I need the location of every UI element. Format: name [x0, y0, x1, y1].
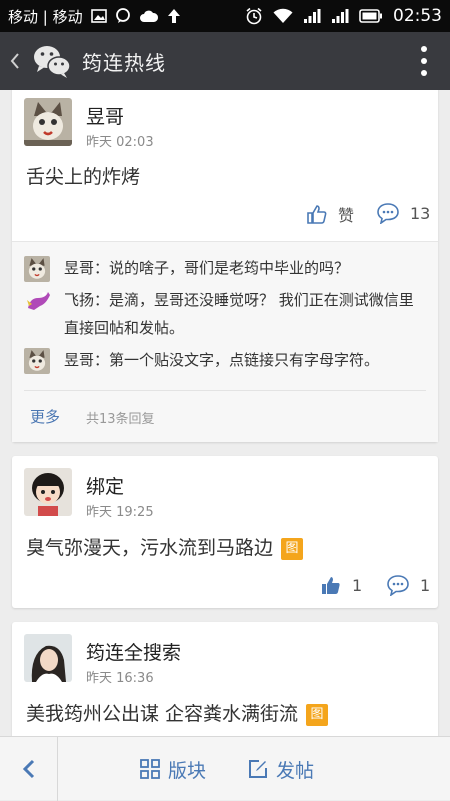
- reply-author[interactable]: 飞扬: [64, 291, 94, 309]
- alarm-icon: [246, 7, 262, 25]
- author-name[interactable]: 昱哥: [86, 102, 124, 129]
- reply-avatar: [24, 256, 50, 282]
- avatar-cartoon-icon: [27, 292, 50, 310]
- post-card[interactable]: 昱哥 昨天 02:03 舌尖上的炸烤 赞 13 昱哥：说的啥子，哥们是老筠中毕业…: [12, 90, 438, 442]
- reply-author[interactable]: 昱哥: [64, 259, 94, 277]
- thumbs-up-filled-icon: [322, 577, 340, 594]
- comment-icon: [387, 575, 409, 596]
- comment-count: 1: [420, 575, 431, 595]
- wifi-icon: [273, 8, 293, 23]
- reply-text: 第一个贴没文字，点链接只有字母字符。: [109, 351, 380, 369]
- cloud-icon: [139, 10, 158, 22]
- post-text[interactable]: 臭气弥漫天，污水流到马路边图: [26, 533, 304, 560]
- reply-item[interactable]: 昱哥：说的啥子，哥们是老筠中毕业的吗？: [24, 254, 426, 282]
- post-text[interactable]: 美我筠州公出谋 企容粪水满街流图: [26, 699, 329, 726]
- sections-label: 版块: [168, 759, 207, 782]
- signal-icon: [332, 9, 349, 23]
- new-post-label: 发帖: [276, 759, 315, 782]
- carrier-label: 移动 | 移动: [8, 7, 83, 26]
- page-title: 筠连热线: [82, 50, 166, 75]
- upload-arrow-icon: [167, 9, 180, 23]
- post-text[interactable]: 舌尖上的炸烤: [26, 162, 140, 189]
- avatar[interactable]: [24, 634, 72, 682]
- reply-area: 昱哥：说的啥子，哥们是老筠中毕业的吗？ 飞扬：是滴，昱哥还没睡觉呀？ 我们正在测…: [12, 242, 438, 442]
- author-name[interactable]: 绑定: [86, 472, 124, 499]
- image-icon: [90, 9, 107, 23]
- chat-bubble-icon: [115, 8, 130, 23]
- post-list[interactable]: 昱哥 昨天 02:03 舌尖上的炸烤 赞 13 昱哥：说的啥子，哥们是老筠中毕业…: [0, 90, 450, 736]
- post-text-content: 臭气弥漫天，污水流到马路边: [26, 537, 274, 559]
- image-badge: 图: [281, 538, 304, 560]
- comment-button[interactable]: 13: [376, 202, 430, 224]
- like-button[interactable]: 赞: [306, 202, 354, 226]
- post-card[interactable]: 绑定 昨天 19:25 臭气弥漫天，污水流到马路边图 1 1: [12, 456, 438, 608]
- status-bar: 移动 | 移动 02:53: [0, 0, 450, 32]
- divider: [24, 390, 426, 391]
- back-button[interactable]: [0, 32, 30, 90]
- reply-avatar: [24, 348, 50, 374]
- thumbs-up-icon: [307, 205, 327, 224]
- reply-item[interactable]: 昱哥：第一个贴没文字，点链接只有字母字符。: [24, 346, 426, 374]
- avatar-photo-icon: [24, 634, 72, 682]
- bottom-back-button[interactable]: [0, 737, 58, 801]
- reply-item[interactable]: 飞扬：是滴，昱哥还没睡觉呀？ 我们正在测试微信里直接回帖和发帖。: [24, 286, 426, 342]
- new-post-button[interactable]: 发帖: [248, 737, 314, 801]
- post-time: 昨天 19:25: [86, 505, 154, 520]
- like-button[interactable]: 1: [320, 574, 362, 596]
- like-label: 赞: [338, 206, 355, 225]
- post-text-content: 美我筠州公出谋 企容粪水满街流: [26, 703, 299, 725]
- avatar-cat-icon: [24, 256, 50, 282]
- edit-icon: [249, 760, 267, 778]
- wechat-logo-icon: [34, 46, 71, 78]
- sections-button[interactable]: 版块: [140, 737, 206, 801]
- avatar[interactable]: [24, 98, 72, 146]
- reply-author[interactable]: 昱哥: [64, 351, 94, 369]
- comment-count: 13: [410, 203, 431, 223]
- post-time: 昨天 02:03: [86, 135, 154, 150]
- battery-icon: [359, 9, 382, 23]
- reply-separator: ：: [94, 351, 110, 369]
- author-name[interactable]: 筠连全搜索: [86, 638, 181, 665]
- comment-icon: [377, 203, 399, 224]
- avatar-cat-icon: [24, 348, 50, 374]
- bottom-toolbar: 版块 发帖: [0, 736, 450, 801]
- like-count: 1: [352, 575, 363, 595]
- avatar-cat-icon: [24, 98, 72, 146]
- reply-text: 说的啥子，哥们是老筠中毕业的吗？: [109, 259, 350, 277]
- reply-count: 共13条回复: [86, 412, 155, 427]
- avatar[interactable]: [24, 468, 72, 516]
- more-vertical-icon: [421, 46, 427, 52]
- chevron-left-icon: [10, 53, 19, 69]
- clock: 02:53: [393, 6, 442, 26]
- comment-button[interactable]: 1: [386, 574, 430, 596]
- post-card[interactable]: 筠连全搜索 昨天 16:36 美我筠州公出谋 企容粪水满街流图: [12, 622, 438, 736]
- more-menu-button[interactable]: [420, 46, 428, 76]
- signal-icon: [304, 9, 321, 23]
- reply-separator: ：: [94, 259, 110, 277]
- chevron-left-icon: [22, 759, 34, 779]
- avatar-doll-icon: [24, 468, 72, 516]
- image-badge: 图: [306, 704, 329, 726]
- reply-text: 是滴，昱哥还没睡觉呀？ 我们正在测试微信里直接回帖和发帖。: [64, 291, 414, 337]
- reply-separator: ：: [94, 291, 110, 309]
- more-replies-link[interactable]: 更多: [30, 406, 60, 427]
- post-time: 昨天 16:36: [86, 671, 154, 686]
- grid-icon: [140, 759, 160, 779]
- title-bar: 筠连热线: [0, 32, 450, 90]
- reply-avatar: [24, 286, 50, 312]
